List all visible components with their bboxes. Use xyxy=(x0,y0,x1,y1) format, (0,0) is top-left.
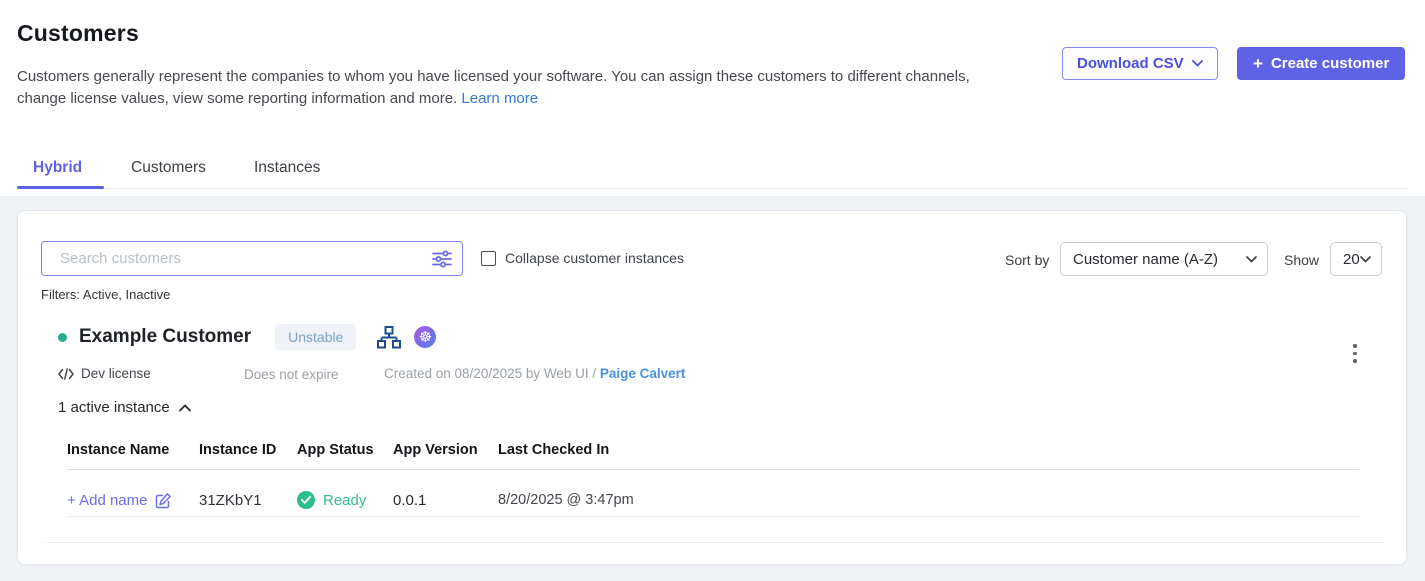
last-checked-in-cell: 8/20/2025 @ 3:47pm xyxy=(498,492,1359,508)
table-header-divider xyxy=(67,469,1359,470)
col-last-checked-in: Last Checked In xyxy=(498,442,1359,458)
collapse-instances-label: Collapse customer instances xyxy=(505,250,684,266)
col-instance-name: Instance Name xyxy=(67,442,199,458)
collapse-instances-checkbox[interactable] xyxy=(481,251,496,266)
add-name-link[interactable]: + Add name xyxy=(67,492,199,509)
search-input[interactable] xyxy=(42,242,462,275)
show-label: Show xyxy=(1284,252,1319,268)
customers-page: Customers Customers generally represent … xyxy=(0,0,1425,581)
instances-table-header: Instance Name Instance ID App Status App… xyxy=(67,442,1359,458)
plus-icon: + xyxy=(1253,55,1263,72)
col-instance-id: Instance ID xyxy=(199,442,297,458)
add-name-label: + Add name xyxy=(67,492,147,509)
tab-hybrid[interactable]: Hybrid xyxy=(33,159,82,177)
chevron-down-icon xyxy=(1360,256,1371,263)
sort-by-label: Sort by xyxy=(1005,252,1049,268)
customer-menu-kebab-icon[interactable] xyxy=(1349,340,1361,367)
app-version-cell: 0.0.1 xyxy=(393,492,498,509)
channel-badge: Unstable xyxy=(275,324,356,350)
instances-toggle-label: 1 active instance xyxy=(58,399,170,416)
table-row-divider xyxy=(67,516,1359,517)
active-tab-underline xyxy=(17,186,104,189)
create-customer-button[interactable]: + Create customer xyxy=(1237,47,1405,80)
kubernetes-icon[interactable]: ☸ xyxy=(414,326,436,348)
code-icon xyxy=(58,368,74,380)
app-status-cell: Ready xyxy=(297,491,393,509)
customers-panel: Collapse customer instances Sort by Cust… xyxy=(17,210,1407,565)
download-csv-label: Download CSV xyxy=(1077,55,1184,72)
active-status-dot-icon xyxy=(58,333,67,342)
created-text: Created on 08/20/2025 by Web UI / xyxy=(384,366,600,381)
customer-header: Example Customer Unstable ☸ xyxy=(58,324,436,350)
page-title: Customers xyxy=(17,20,139,47)
tab-bar-divider xyxy=(17,188,1407,189)
show-select[interactable]: 20 xyxy=(1330,242,1382,276)
chevron-up-icon xyxy=(179,404,191,412)
created-by-link[interactable]: Paige Calvert xyxy=(600,366,686,381)
page-description: Customers generally represent the compan… xyxy=(17,66,982,110)
app-status-label: Ready xyxy=(323,492,366,509)
create-customer-label: Create customer xyxy=(1271,55,1389,72)
col-app-status: App Status xyxy=(297,442,393,458)
license-expiration: Does not expire xyxy=(244,367,339,382)
edit-icon xyxy=(155,492,172,509)
sort-by-select[interactable]: Customer name (A-Z) xyxy=(1060,242,1268,276)
license-type: Dev license xyxy=(58,366,151,381)
tab-instances[interactable]: Instances xyxy=(254,159,320,177)
sort-by-value: Customer name (A-Z) xyxy=(1073,251,1218,268)
active-filters-text: Filters: Active, Inactive xyxy=(41,287,170,302)
show-value: 20 xyxy=(1343,251,1360,268)
instance-table-row: + Add name 31ZKbY1 Ready 0.0.1 xyxy=(67,483,1359,517)
sitemap-icon[interactable] xyxy=(377,326,401,349)
customer-section-divider xyxy=(41,542,1385,543)
instances-toggle[interactable]: 1 active instance xyxy=(58,399,191,416)
filter-sliders-icon[interactable] xyxy=(432,250,452,273)
download-csv-button[interactable]: Download CSV xyxy=(1062,47,1218,80)
tab-customers[interactable]: Customers xyxy=(131,159,206,177)
instance-id-cell: 31ZKbY1 xyxy=(199,492,297,509)
col-app-version: App Version xyxy=(393,442,498,458)
search-box xyxy=(41,241,463,276)
learn-more-link[interactable]: Learn more xyxy=(461,90,538,107)
license-type-label: Dev license xyxy=(81,366,151,381)
created-info: Created on 08/20/2025 by Web UI / Paige … xyxy=(384,366,685,381)
customer-name[interactable]: Example Customer xyxy=(79,326,251,348)
chevron-down-icon xyxy=(1246,256,1257,263)
chevron-down-icon xyxy=(1192,60,1203,67)
check-circle-icon xyxy=(297,491,315,509)
collapse-instances-control[interactable]: Collapse customer instances xyxy=(481,250,684,266)
